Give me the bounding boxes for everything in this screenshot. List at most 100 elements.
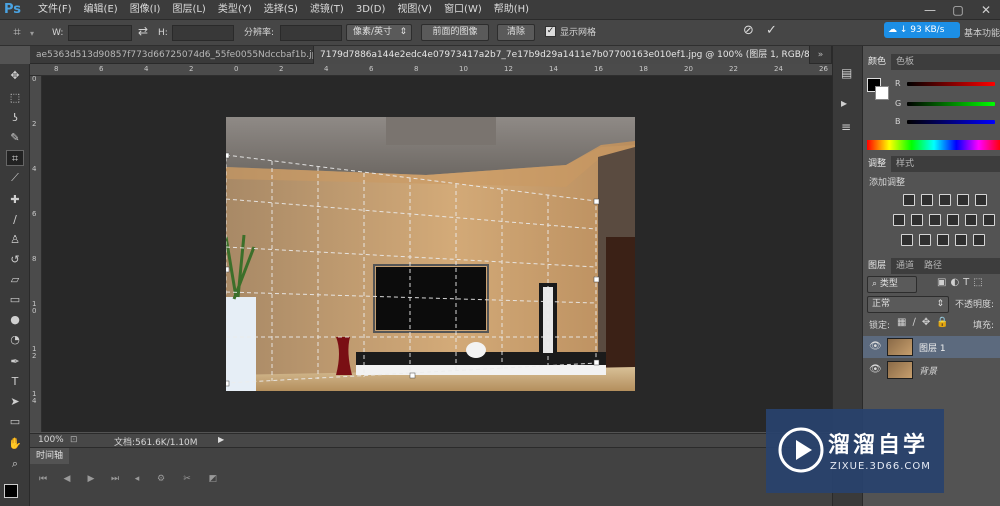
- tab-color[interactable]: 颜色: [863, 54, 892, 70]
- audio-icon[interactable]: ◂: [130, 472, 144, 486]
- minimize-button[interactable]: —: [916, 0, 944, 20]
- maximize-button[interactable]: ▢: [944, 0, 972, 20]
- color-lookup-icon[interactable]: [983, 214, 995, 226]
- quick-select-tool-icon[interactable]: ✎: [6, 130, 24, 146]
- move-tool-icon[interactable]: ✥: [6, 68, 24, 84]
- cancel-icon[interactable]: ⊘: [743, 23, 754, 38]
- color-balance-icon[interactable]: [911, 214, 923, 226]
- status-menu-arrow-icon[interactable]: ▶: [218, 435, 224, 444]
- eraser-tool-icon[interactable]: ▱: [6, 272, 24, 288]
- tab-channels[interactable]: 通道: [891, 258, 919, 274]
- menu-filter[interactable]: 滤镜(T): [304, 0, 350, 20]
- height-input[interactable]: [172, 25, 234, 41]
- selective-color-icon[interactable]: [955, 234, 967, 246]
- preset-dropdown-arrow-icon[interactable]: ▾: [30, 29, 34, 38]
- crop-tool-icon[interactable]: ⌗: [6, 150, 24, 166]
- commit-check-icon[interactable]: ✓: [766, 23, 777, 38]
- hue-saturation-icon[interactable]: [893, 214, 905, 226]
- menu-select[interactable]: 选择(S): [258, 0, 304, 20]
- play-icon[interactable]: ▶: [84, 472, 98, 486]
- dodge-tool-icon[interactable]: ◔: [6, 332, 24, 348]
- next-frame-icon[interactable]: ⏭: [108, 472, 122, 486]
- timeline-tab[interactable]: 时间轴: [30, 448, 70, 464]
- menu-help[interactable]: 帮助(H): [488, 0, 535, 20]
- front-image-button[interactable]: 前面的图像: [421, 24, 489, 41]
- blur-tool-icon[interactable]: ●: [6, 312, 24, 328]
- menu-type[interactable]: 类型(Y): [212, 0, 258, 20]
- red-slider[interactable]: [907, 82, 995, 86]
- lasso-tool-icon[interactable]: ʖ: [6, 110, 24, 126]
- properties-icon[interactable]: ≡: [841, 120, 851, 134]
- hand-tool-icon[interactable]: ✋: [6, 436, 24, 452]
- shape-tool-icon[interactable]: ▭: [6, 414, 24, 430]
- show-grid-checkbox[interactable]: ✓: [545, 26, 556, 37]
- tab-document-1[interactable]: ae5363d513d90857f773d66725074d6_55fe0055…: [30, 46, 314, 64]
- lock-icons[interactable]: ▦∕✥🔒: [897, 317, 955, 328]
- menu-file[interactable]: 文件(F): [32, 0, 78, 20]
- document-image[interactable]: [226, 117, 635, 391]
- split-scissors-icon[interactable]: ✂: [180, 472, 194, 486]
- menu-window[interactable]: 窗口(W): [438, 0, 488, 20]
- zoom-level[interactable]: 100%: [38, 435, 64, 445]
- brush-tool-icon[interactable]: ∕: [6, 212, 24, 228]
- visibility-eye-icon[interactable]: 👁: [869, 364, 882, 375]
- foreground-color-swatch[interactable]: [4, 484, 18, 498]
- pen-tool-icon[interactable]: ✒: [6, 354, 24, 370]
- menu-view[interactable]: 视图(V): [391, 0, 438, 20]
- threshold-icon[interactable]: [937, 234, 949, 246]
- eyedropper-tool-icon[interactable]: ⟋: [6, 170, 24, 186]
- invert-icon[interactable]: [901, 234, 913, 246]
- width-input[interactable]: [68, 25, 132, 41]
- tab-layers[interactable]: 图层: [863, 258, 892, 274]
- transition-icon[interactable]: ◩: [206, 472, 220, 486]
- clear-button[interactable]: 清除: [497, 24, 535, 41]
- unit-select[interactable]: 像素/英寸 ⇕: [346, 24, 412, 41]
- first-frame-icon[interactable]: ⏮: [36, 472, 50, 486]
- actions-icon[interactable]: ▸: [841, 96, 847, 110]
- tab-styles[interactable]: 样式: [891, 156, 919, 172]
- layer-row-background[interactable]: 👁 背景: [863, 359, 1000, 381]
- tab-document-2[interactable]: 7179d7886a144e2edc4e07973417a2b7_7e17b9d…: [314, 46, 810, 64]
- close-button[interactable]: ✕: [972, 0, 1000, 20]
- layer-filter-icons[interactable]: ▣◐T⬚: [937, 277, 987, 288]
- blue-slider[interactable]: [907, 120, 995, 124]
- history-icon[interactable]: ▤: [841, 66, 852, 80]
- black-white-icon[interactable]: [929, 214, 941, 226]
- green-slider[interactable]: [907, 102, 995, 106]
- crop-preset-icon[interactable]: ⌗: [8, 24, 26, 42]
- levels-icon[interactable]: [921, 194, 933, 206]
- vibrance-icon[interactable]: [975, 194, 987, 206]
- menu-layer[interactable]: 图层(L): [166, 0, 211, 20]
- tab-swatches[interactable]: 色板: [891, 54, 919, 70]
- channel-mixer-icon[interactable]: [965, 214, 977, 226]
- marquee-tool-icon[interactable]: ⬚: [6, 90, 24, 106]
- path-select-icon[interactable]: ➤: [6, 394, 24, 410]
- swap-icon[interactable]: ⇄: [138, 24, 148, 38]
- exposure-icon[interactable]: [957, 194, 969, 206]
- blend-mode-select[interactable]: 正常 ⇕: [867, 296, 949, 313]
- curves-icon[interactable]: [939, 194, 951, 206]
- resolution-input[interactable]: [280, 25, 342, 41]
- layer-kind-filter[interactable]: ⌕ 类型: [867, 276, 917, 293]
- visibility-eye-icon[interactable]: 👁: [869, 341, 882, 352]
- photo-filter-icon[interactable]: [947, 214, 959, 226]
- type-tool-icon[interactable]: T: [6, 374, 24, 390]
- history-brush-icon[interactable]: ↺: [6, 252, 24, 268]
- posterize-icon[interactable]: [919, 234, 931, 246]
- workspace-label[interactable]: 基本功能: [964, 26, 1000, 39]
- clone-stamp-icon[interactable]: ♙: [6, 232, 24, 248]
- color-spectrum[interactable]: [867, 140, 1000, 150]
- menu-edit[interactable]: 编辑(E): [78, 0, 124, 20]
- menu-image[interactable]: 图像(I): [124, 0, 167, 20]
- tab-adjustments[interactable]: 调整: [863, 156, 892, 172]
- background-color-chip[interactable]: [875, 86, 889, 100]
- gradient-map-icon[interactable]: [973, 234, 985, 246]
- zoom-tool-icon[interactable]: ⌕: [6, 456, 24, 472]
- gradient-tool-icon[interactable]: ▭: [6, 292, 24, 308]
- tab-paths[interactable]: 路径: [919, 258, 947, 274]
- menu-3d[interactable]: 3D(D): [350, 0, 392, 20]
- layer-row-layer1[interactable]: 👁 图层 1: [863, 336, 1000, 358]
- brightness-icon[interactable]: [903, 194, 915, 206]
- healing-brush-icon[interactable]: ✚: [6, 192, 24, 208]
- more-tabs-icon[interactable]: »: [810, 46, 832, 64]
